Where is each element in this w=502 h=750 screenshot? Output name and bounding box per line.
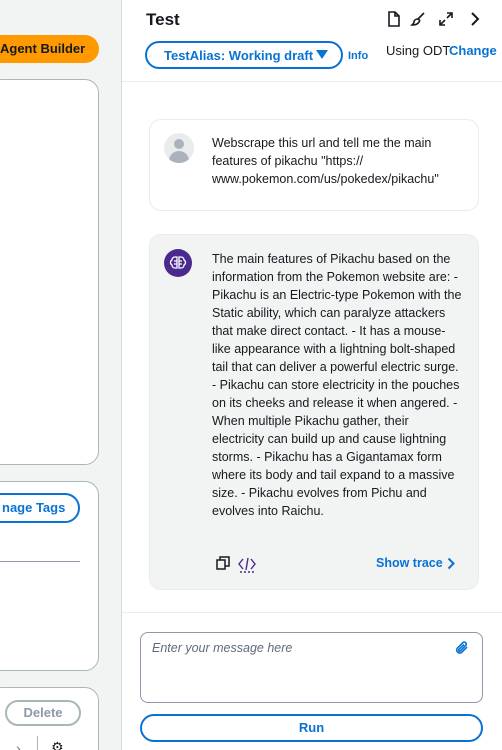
- attach-paperclip-icon[interactable]: [454, 640, 470, 656]
- copy-icon[interactable]: [216, 556, 232, 572]
- chevron-right-icon[interactable]: ›: [16, 740, 21, 750]
- user-avatar-icon: [164, 133, 194, 163]
- agent-brain-icon: [164, 249, 192, 277]
- chevron-right-icon[interactable]: [465, 9, 485, 29]
- expand-icon[interactable]: [436, 9, 456, 29]
- chat-transcript[interactable]: Webscrape this url and tell me the main …: [122, 83, 502, 613]
- agent-builder-button[interactable]: Agent Builder: [0, 35, 99, 63]
- odt-label: Using ODT: [386, 43, 451, 58]
- message-input[interactable]: [141, 633, 482, 702]
- info-link[interactable]: Info: [348, 50, 368, 62]
- divider: [37, 736, 38, 750]
- test-header: Test TestAlias: Working draft Info Using…: [122, 0, 502, 82]
- agent-details-card: [0, 79, 99, 465]
- manage-tags-button[interactable]: nage Tags: [0, 493, 80, 523]
- change-odt-link[interactable]: Change: [449, 43, 497, 58]
- delete-button[interactable]: Delete: [5, 700, 81, 726]
- caret-down-icon: [316, 50, 328, 59]
- show-trace-link[interactable]: Show trace: [376, 556, 455, 570]
- alias-select-value: TestAlias: Working draft: [164, 47, 314, 63]
- user-message: Webscrape this url and tell me the main …: [149, 119, 479, 211]
- test-pane: Test TestAlias: Working draft Info Using…: [122, 0, 502, 750]
- clear-brush-icon[interactable]: [408, 9, 428, 29]
- document-icon[interactable]: [384, 9, 404, 29]
- page-title: Test: [146, 10, 180, 29]
- alias-select[interactable]: TestAlias: Working draft: [145, 41, 343, 69]
- chevron-right-icon: [447, 557, 455, 569]
- user-message-text: Webscrape this url and tell me the main …: [212, 136, 439, 186]
- divider: [0, 561, 80, 562]
- agent-message-text: The main features of Pikachu based on th…: [212, 252, 462, 518]
- message-input-box: [140, 632, 483, 703]
- show-trace-label: Show trace: [376, 556, 443, 570]
- code-icon[interactable]: [238, 555, 256, 573]
- agent-builder-pane: Agent Builder nage Tags Delete › ⚙: [0, 0, 122, 750]
- run-button[interactable]: Run: [140, 714, 483, 742]
- agent-message: The main features of Pikachu based on th…: [149, 234, 479, 590]
- gear-icon[interactable]: ⚙: [51, 739, 64, 750]
